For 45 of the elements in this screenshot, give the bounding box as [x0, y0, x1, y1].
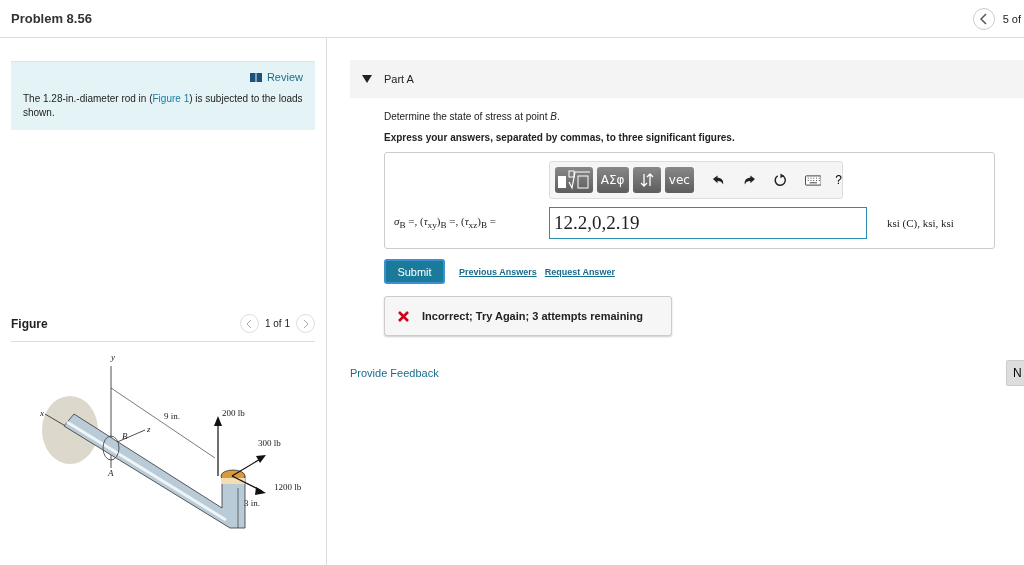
- question-prompt: Determine the state of stress at point B.: [384, 111, 561, 122]
- page-counter: 5 of: [1002, 12, 1021, 25]
- submit-button[interactable]: Submit: [384, 259, 445, 284]
- figure-label: B: [122, 431, 128, 441]
- instruction-text: Express your answers, separated by commas, to three significant figures.: [384, 132, 736, 143]
- answer-field[interactable]: 12.2,0,2.19: [549, 207, 867, 239]
- feedback-message: Incorrect; Try Again; 3 attempts remaining: [384, 296, 672, 336]
- figure-label: 300 lb: [258, 438, 281, 448]
- chevron-left-icon: [246, 318, 253, 329]
- equation-label: σ$_{B}$ =, (τ$_{xy}$)$_{B}$ =, (τ$_{xz}$)$_{B}$ =: [394, 215, 497, 231]
- figure-label: y: [111, 352, 115, 362]
- symbol-button[interactable]: ΑΣφ: [596, 167, 629, 193]
- problem-statement: The 1.28-in.-diameter rod in (Figure 1) is subjected to the loads shown.: [23, 92, 303, 120]
- figure-counter: 1 of 1: [264, 318, 290, 329]
- up-down-arrows-icon: [639, 173, 654, 187]
- symbol-button[interactable]: vec: [664, 167, 695, 193]
- next-button[interactable]: N: [1006, 360, 1024, 386]
- provide-feedback-link[interactable]: Provide Feedback: [350, 367, 439, 379]
- figure-label: z: [147, 424, 151, 434]
- review-link[interactable]: Review: [249, 71, 303, 83]
- figure-label: x: [40, 408, 44, 418]
- help-button[interactable]: ?: [835, 173, 842, 187]
- part-title: Part A: [384, 73, 414, 85]
- answer-link[interactable]: Request Answer: [544, 266, 615, 277]
- chevron-left-icon: [979, 12, 988, 25]
- units-label: ksi (C), ksi, ksi: [887, 217, 954, 229]
- answer-link[interactable]: Previous Answers: [459, 266, 537, 277]
- undo-icon[interactable]: [712, 174, 725, 186]
- previous-button[interactable]: [972, 7, 995, 30]
- figure-label: 3 in.: [244, 498, 260, 508]
- redo-icon[interactable]: [742, 174, 756, 186]
- figure-label: A: [108, 468, 114, 478]
- figure-label: 200 lb: [222, 408, 245, 418]
- subscript-superscript-button[interactable]: [632, 167, 661, 193]
- book-icon: [249, 72, 262, 82]
- template-button[interactable]: [555, 167, 593, 193]
- reset-icon[interactable]: [773, 173, 787, 187]
- figure-label: 1200 lb: [274, 482, 302, 492]
- figure-label: 9 in.: [164, 411, 180, 421]
- keyboard-icon[interactable]: [804, 174, 822, 186]
- figure-title: Figure: [11, 316, 48, 331]
- collapse-triangle-icon[interactable]: [362, 75, 372, 83]
- problem-title: Problem 8.56: [11, 11, 92, 26]
- template-icon: [555, 170, 592, 190]
- chevron-right-icon: [302, 318, 309, 329]
